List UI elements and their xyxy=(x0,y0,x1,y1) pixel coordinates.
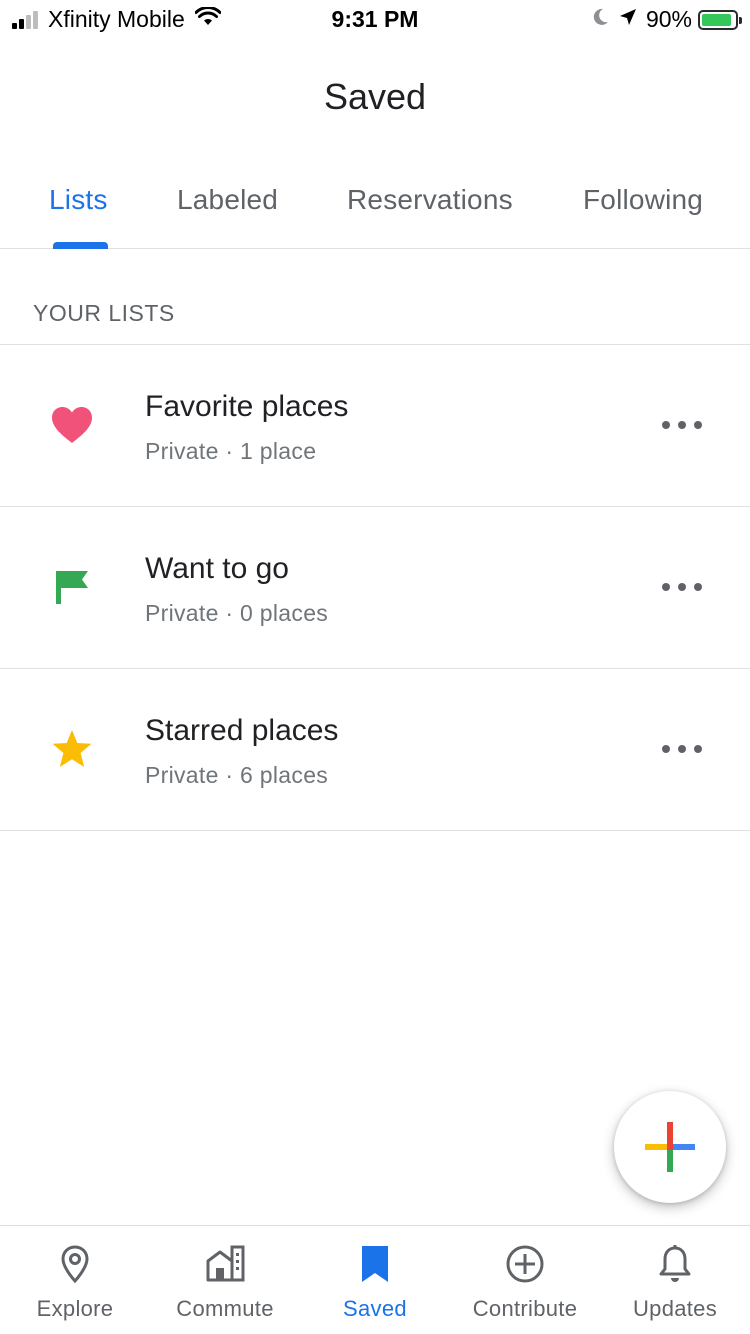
location-pin-icon xyxy=(61,1245,89,1284)
nav-label: Explore xyxy=(36,1296,114,1321)
nav-commute[interactable]: Commute xyxy=(150,1226,300,1334)
tab-bar: Lists Labeled Reservations Following xyxy=(0,170,750,249)
bookmark-icon xyxy=(362,1246,388,1282)
list-title: Favorite places xyxy=(145,390,349,423)
more-options-icon[interactable] xyxy=(662,737,702,761)
nav-label: Updates xyxy=(632,1296,718,1321)
status-bar: Xfinity Mobile 9:31 PM 90% xyxy=(0,0,750,40)
nav-contribute[interactable]: Contribute xyxy=(450,1226,600,1334)
battery-percent: 90% xyxy=(645,6,692,32)
active-tab-indicator xyxy=(53,242,108,249)
moon-icon xyxy=(590,6,610,33)
more-options-icon[interactable] xyxy=(662,575,702,599)
tab-reservations[interactable]: Reservations xyxy=(347,184,513,216)
nav-updates[interactable]: Updates xyxy=(600,1226,750,1334)
list-subtitle: Private · 1 place xyxy=(145,438,317,464)
heart-icon xyxy=(50,403,94,447)
list-item-starred-places[interactable]: Starred places Private · 6 places xyxy=(0,669,750,831)
nav-label: Contribute xyxy=(472,1296,578,1321)
tab-lists[interactable]: Lists xyxy=(49,184,108,216)
page-title: Saved xyxy=(323,76,427,117)
tab-following[interactable]: Following xyxy=(583,184,703,216)
star-icon xyxy=(50,727,94,771)
list-subtitle: Private · 6 places xyxy=(145,762,329,788)
plus-icon xyxy=(645,1122,695,1172)
nav-label: Saved xyxy=(343,1296,407,1321)
bell-icon xyxy=(659,1245,691,1282)
list-title: Want to go xyxy=(145,552,289,585)
nav-label: Commute xyxy=(176,1296,274,1321)
battery-charging-icon xyxy=(698,9,742,30)
commute-icon xyxy=(206,1245,245,1282)
more-options-icon[interactable] xyxy=(662,413,702,437)
location-arrow-icon xyxy=(618,6,638,33)
battery-level xyxy=(702,13,731,26)
nav-explore[interactable]: Explore xyxy=(0,1226,150,1334)
list-item-want-to-go[interactable]: Want to go Private · 0 places xyxy=(0,507,750,669)
flag-icon xyxy=(50,565,94,609)
tab-labeled[interactable]: Labeled xyxy=(177,184,278,216)
list-subtitle: Private · 0 places xyxy=(145,600,329,626)
list-item-favorite-places[interactable]: Favorite places Private · 1 place xyxy=(0,345,750,507)
status-right: 90% xyxy=(582,6,742,33)
bottom-navigation: Explore Commute Saved Contribute Updates xyxy=(0,1225,750,1334)
add-circle-icon xyxy=(506,1245,544,1283)
nav-saved[interactable]: Saved xyxy=(300,1226,450,1334)
new-list-button[interactable] xyxy=(614,1091,726,1203)
section-title: YOUR LISTS xyxy=(33,300,175,326)
list-title: Starred places xyxy=(145,714,339,747)
